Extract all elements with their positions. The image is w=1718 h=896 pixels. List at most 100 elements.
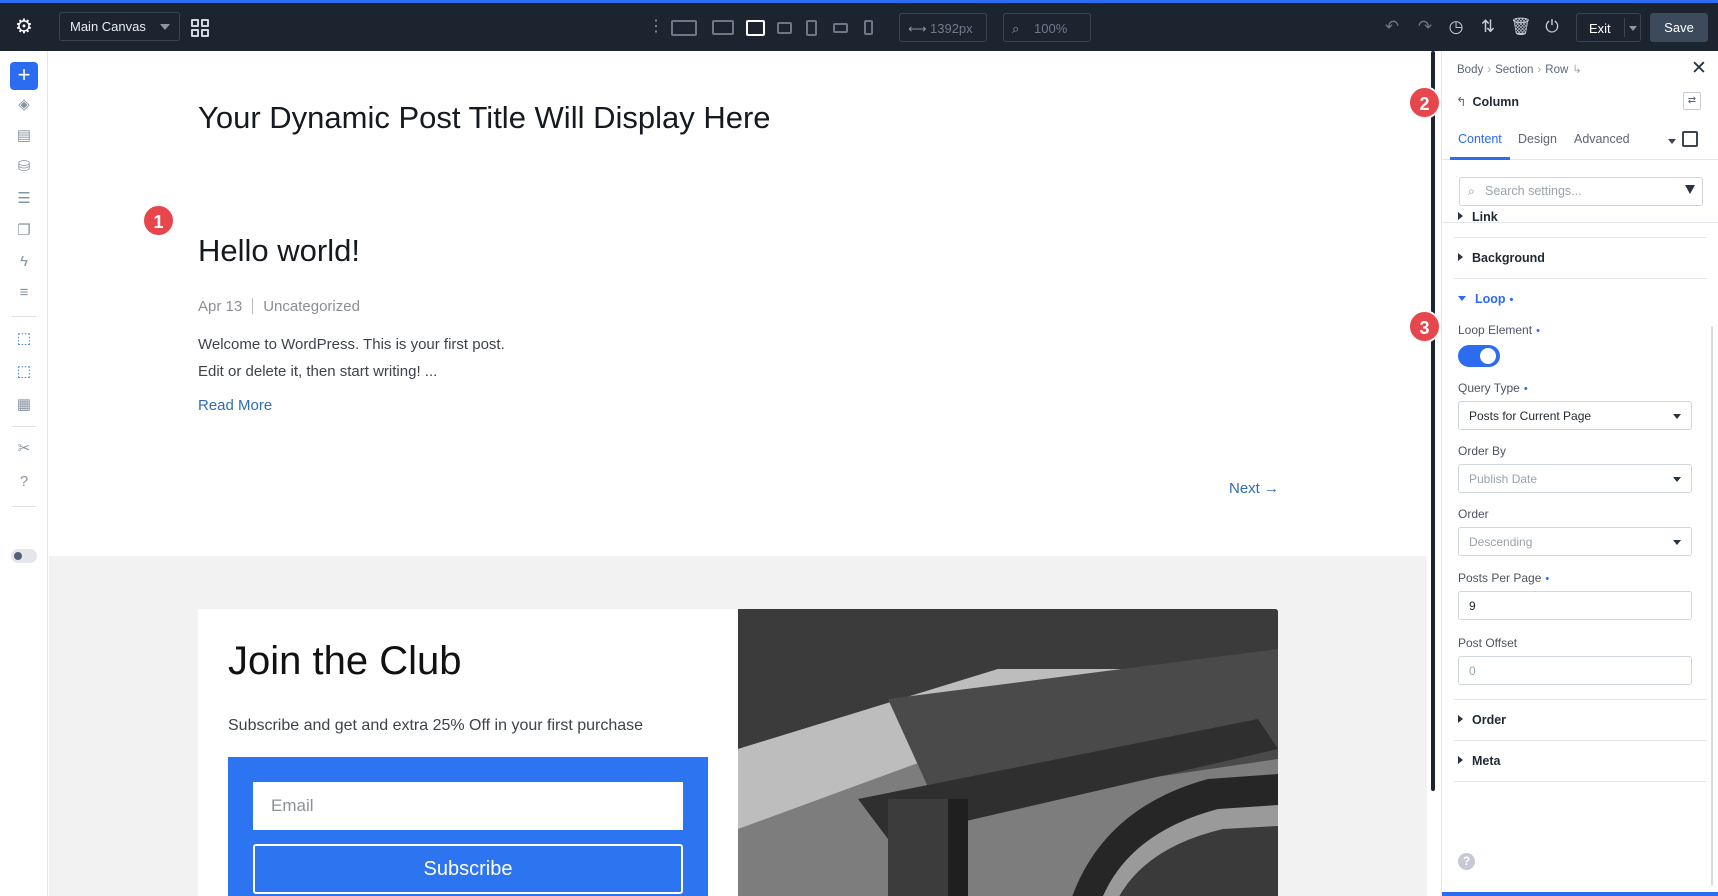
save-button[interactable]: Save xyxy=(1650,13,1708,42)
database-icon[interactable]: ⛁ xyxy=(14,157,34,177)
query-type-value: Posts for Current Page xyxy=(1469,409,1592,423)
group-link[interactable]: Link xyxy=(1458,210,1498,224)
more-vertical-icon[interactable]: ⋮ xyxy=(648,17,664,37)
subscribe-button[interactable]: Subscribe xyxy=(253,844,683,894)
caret-right-icon xyxy=(1458,212,1463,220)
history-clock-icon[interactable]: ◷ xyxy=(1446,17,1466,37)
post-title[interactable]: Hello world! xyxy=(198,233,360,269)
caret-right-icon xyxy=(1458,715,1463,723)
loop-element-toggle[interactable] xyxy=(1458,345,1500,367)
group-meta-label: Meta xyxy=(1472,754,1501,768)
post-category[interactable]: Uncategorized xyxy=(263,298,360,315)
close-icon[interactable]: ✕ xyxy=(1691,57,1707,80)
group-background[interactable]: Background xyxy=(1458,251,1545,265)
canvas-select-value: Main Canvas xyxy=(70,19,146,34)
panel-divider xyxy=(1454,699,1707,700)
chevron-down-icon xyxy=(1673,414,1681,419)
posts-per-page-input[interactable]: 9 xyxy=(1458,591,1692,620)
rail-divider xyxy=(12,426,36,427)
post-offset-input[interactable]: 0 xyxy=(1458,656,1692,685)
breadcrumb-row[interactable]: Row xyxy=(1545,64,1568,76)
group-loop[interactable]: Loop • xyxy=(1458,292,1513,306)
exit-chevron-down-icon[interactable] xyxy=(1629,26,1637,31)
back-arrow-icon[interactable]: ↰ xyxy=(1456,95,1466,109)
template-settings-icon[interactable]: ▦ xyxy=(14,395,34,415)
loop-element-label: Loop Element • xyxy=(1458,323,1540,337)
left-tool-rail: + ◈ ▤ ⛁ ☰ ❐ ϟ ≡ ⬚ ⬚ ▦ ✂ ? xyxy=(0,51,48,896)
lightning-icon[interactable]: ϟ xyxy=(14,252,34,272)
order-by-value: Publish Date xyxy=(1469,472,1538,486)
power-icon[interactable]: ⏻ xyxy=(1542,17,1562,37)
search-placeholder: Search settings... xyxy=(1485,184,1582,198)
help-question-icon[interactable]: ? xyxy=(14,472,34,492)
tools-wrench-icon[interactable]: ✂ xyxy=(14,439,34,459)
trash-icon[interactable]: 🗑 xyxy=(1510,17,1532,37)
tab-advanced[interactable]: Advanced xyxy=(1574,132,1630,146)
phone-portrait-view-icon[interactable] xyxy=(864,20,873,35)
filter-icon[interactable] xyxy=(1685,185,1695,194)
query-type-select[interactable]: Posts for Current Page xyxy=(1458,401,1692,430)
phone-landscape-view-icon[interactable] xyxy=(833,23,848,33)
read-more-link[interactable]: Read More xyxy=(198,397,272,414)
grid-layout-icon[interactable] xyxy=(191,19,209,37)
desktop-view-icon[interactable] xyxy=(712,20,734,35)
order-select[interactable]: Descending xyxy=(1458,527,1692,556)
club-heading: Join the Club xyxy=(228,639,462,683)
group-loop-label: Loop xyxy=(1475,292,1506,306)
canvas-select[interactable]: Main Canvas xyxy=(59,12,180,41)
loop-builder-icon[interactable]: ⬚ xyxy=(14,329,34,349)
breadcrumb-section[interactable]: Section xyxy=(1495,64,1533,76)
dynamic-post-title: Your Dynamic Post Title Will Display Her… xyxy=(198,100,771,135)
step-badge-2: 2 xyxy=(1408,86,1441,119)
library-icon[interactable]: ▤ xyxy=(14,126,34,146)
panel-scrollbar[interactable] xyxy=(1711,326,1713,886)
post-date: Apr 13 xyxy=(198,298,243,315)
laptop-view-icon[interactable] xyxy=(746,20,765,36)
group-link-label: Link xyxy=(1472,210,1498,224)
redo-icon[interactable]: ↷ xyxy=(1415,17,1435,37)
settings-tabs: Content Design Advanced xyxy=(1442,119,1718,160)
import-export-icon[interactable]: ⇅ xyxy=(1478,17,1498,37)
element-options-icon[interactable]: ⇄ xyxy=(1683,92,1701,110)
page-settings-icon[interactable]: ☰ xyxy=(14,189,34,209)
order-by-select[interactable]: Publish Date xyxy=(1458,464,1692,493)
exit-divider xyxy=(1624,18,1625,37)
caret-down-icon xyxy=(1458,296,1466,301)
loop-builder-alt-icon[interactable]: ⬚ xyxy=(14,362,34,382)
chevron-down-icon xyxy=(1673,477,1681,482)
breadcrumb-body[interactable]: Body xyxy=(1457,64,1483,76)
architecture-photo xyxy=(738,609,1278,896)
desktop-wide-view-icon[interactable] xyxy=(671,20,697,36)
step-badge-3: 3 xyxy=(1408,310,1441,343)
layers-icon[interactable]: ◈ xyxy=(14,95,34,115)
pages-copy-icon[interactable]: ❐ xyxy=(14,221,34,241)
zoom-field[interactable]: ⌕ 100% xyxy=(1003,13,1091,42)
concrete-bridge-image xyxy=(738,609,1278,896)
tab-design[interactable]: Design xyxy=(1518,132,1557,146)
group-meta[interactable]: Meta xyxy=(1458,754,1500,768)
group-order[interactable]: Order xyxy=(1458,713,1506,727)
sliders-icon[interactable]: ≡ xyxy=(14,283,34,303)
tablet-landscape-view-icon[interactable] xyxy=(777,22,792,34)
email-field[interactable]: Email xyxy=(253,782,683,830)
panel-resize-handle[interactable] xyxy=(1431,51,1435,791)
preview-mode-icon[interactable] xyxy=(1682,131,1698,147)
mode-toggle[interactable] xyxy=(11,549,37,563)
help-icon[interactable]: ? xyxy=(1458,853,1475,870)
tablet-portrait-view-icon[interactable] xyxy=(806,20,817,36)
tabs-dropdown-icon[interactable] xyxy=(1668,139,1676,144)
tab-content[interactable]: Content xyxy=(1458,132,1502,146)
undo-icon[interactable]: ↶ xyxy=(1382,17,1402,37)
canvas-width-field[interactable]: ⟷ 1392px xyxy=(899,13,987,42)
query-type-label: Query Type • xyxy=(1458,381,1528,395)
next-page-link[interactable]: Next → xyxy=(1229,480,1279,497)
element-header: ↰ Column xyxy=(1456,94,1519,109)
canvas-width-value: 1392px xyxy=(930,21,973,36)
order-value: Descending xyxy=(1469,535,1533,549)
breadcrumb-return-icon: ↳ xyxy=(1572,64,1582,76)
search-settings-input[interactable]: ⌕ Search settings... xyxy=(1459,177,1703,206)
settings-gear-icon[interactable]: ⚙ xyxy=(14,17,34,37)
search-icon: ⌕ xyxy=(1468,184,1475,198)
add-element-plus-icon[interactable]: + xyxy=(10,62,38,90)
exit-button[interactable]: Exit xyxy=(1576,13,1641,42)
